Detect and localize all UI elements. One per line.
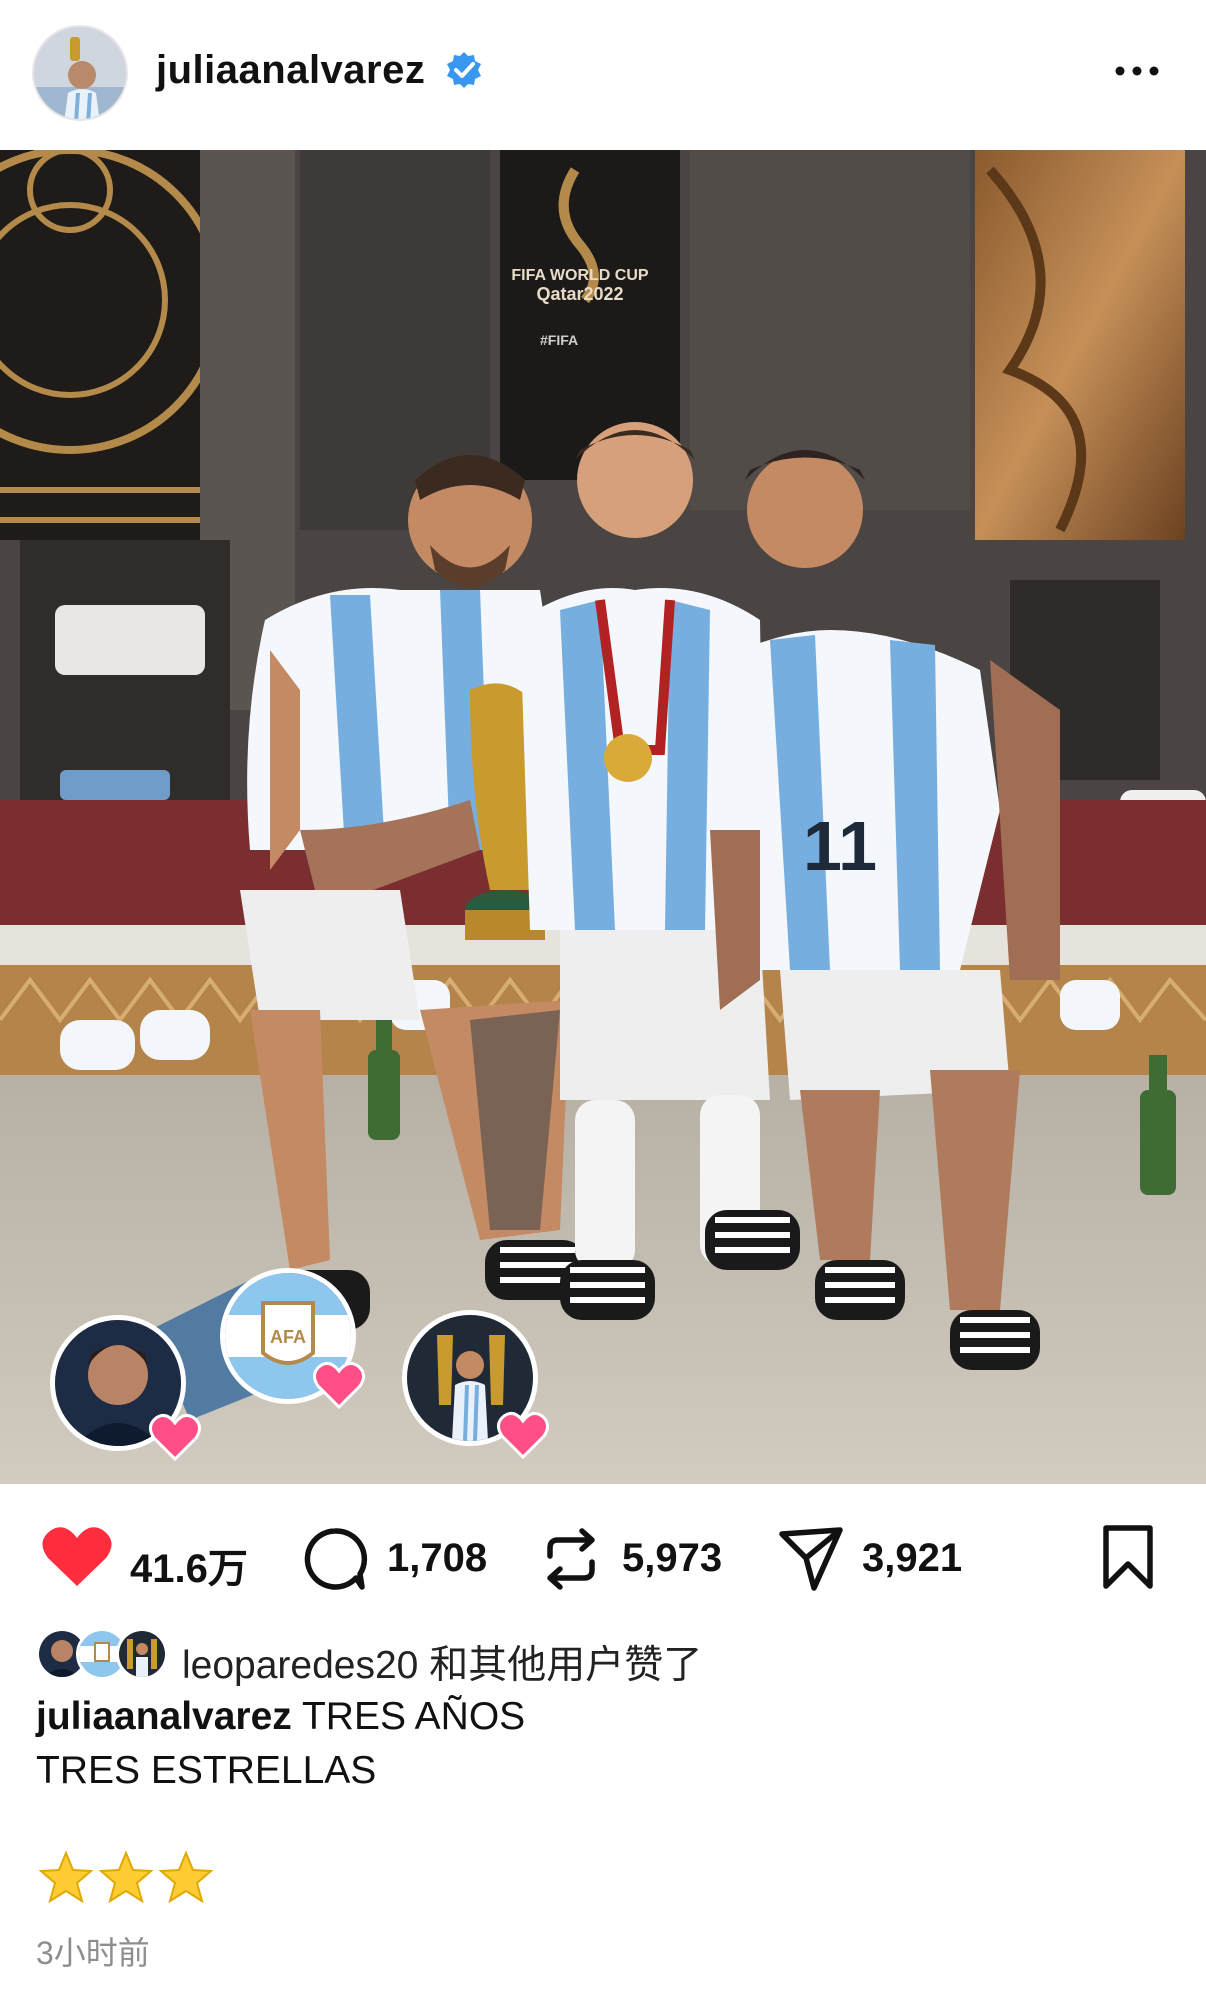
- action-bar: 41.6万 1,708 5,973 3,921: [0, 1484, 1206, 1624]
- caption-line-1: TRES AÑOS: [301, 1695, 526, 1738]
- more-dots-icon[interactable]: [1112, 56, 1162, 86]
- post-image[interactable]: FIFA WORLD CUP Qatar2022 #FIFA 11 AFA: [0, 150, 1206, 1484]
- fifa-logo-text: FIFA WORLD CUP: [511, 267, 649, 284]
- share-send-icon[interactable]: [776, 1524, 846, 1594]
- caption-line-2: TRES ESTRELLAS: [36, 1749, 377, 1792]
- heart-badge-icon: [497, 1411, 549, 1460]
- heart-badge-icon: [313, 1361, 365, 1410]
- caption-username[interactable]: juliaanalvarez: [36, 1695, 292, 1738]
- share-count[interactable]: 3,921: [862, 1536, 962, 1581]
- comment-icon[interactable]: [302, 1526, 368, 1592]
- repost-icon[interactable]: [540, 1526, 602, 1592]
- comment-count[interactable]: 1,708: [387, 1536, 487, 1581]
- username[interactable]: juliaanalvarez: [156, 48, 425, 93]
- locker-room-photo: FIFA WORLD CUP Qatar2022 #FIFA 11: [0, 150, 1206, 1484]
- like-heart-icon[interactable]: [40, 1524, 114, 1590]
- caption: juliaanalvarez TRES AÑOS TRES ESTRELLAS: [36, 1690, 1176, 1798]
- liked-by-avatar-3: [116, 1628, 168, 1680]
- caption-stars: ⭐⭐⭐: [36, 1848, 1176, 1921]
- qatar-logo-text: Qatar2022: [536, 284, 623, 304]
- like-count[interactable]: 41.6万: [130, 1536, 248, 1594]
- jersey-number: 11: [803, 807, 877, 885]
- profile-avatar[interactable]: [32, 25, 128, 121]
- repost-count[interactable]: 5,973: [622, 1536, 722, 1581]
- star-emoji-icons: [38, 1850, 214, 1904]
- bookmark-icon[interactable]: [1098, 1524, 1158, 1590]
- liked-by-text[interactable]: leoparedes20 和其他用户赞了: [182, 1634, 1182, 1690]
- verified-badge-icon: [447, 52, 481, 88]
- post-timestamp: 3小时前: [36, 1935, 150, 1971]
- fifa-hashtag-text: #FIFA: [540, 332, 578, 348]
- post-header: juliaanalvarez: [0, 0, 1206, 150]
- svg-text:AFA: AFA: [270, 1327, 306, 1347]
- heart-badge-icon: [149, 1413, 201, 1462]
